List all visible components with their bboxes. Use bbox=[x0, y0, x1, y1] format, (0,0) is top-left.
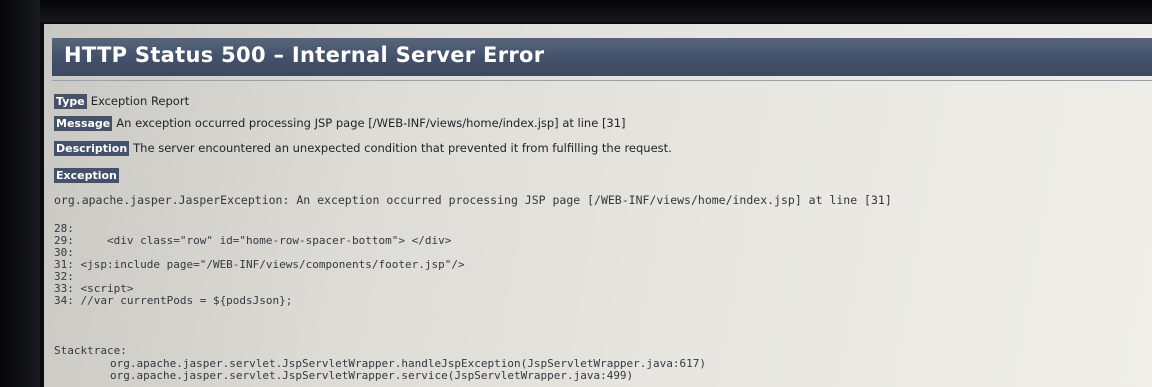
source-line: 34: //var currentPods = ${podsJson}; bbox=[54, 294, 293, 307]
page-title: HTTP Status 500 – Internal Server Error bbox=[64, 43, 545, 67]
exception-row: Exception bbox=[54, 168, 123, 183]
message-value: An exception occurred processing JSP pag… bbox=[116, 116, 626, 130]
message-row: Message An exception occurred processing … bbox=[54, 116, 626, 131]
type-label: Type bbox=[54, 94, 87, 109]
exception-label: Exception bbox=[54, 168, 119, 183]
exception-message: org.apache.jasper.JasperException: An ex… bbox=[54, 193, 892, 207]
description-label: Description bbox=[54, 141, 130, 156]
stacktrace-label: Stacktrace: bbox=[54, 344, 127, 357]
source-line: 29: <div class="row" id="home-row-spacer… bbox=[54, 234, 452, 247]
monitor-bezel-left bbox=[0, 0, 40, 387]
message-label: Message bbox=[54, 116, 113, 131]
error-title-bar: HTTP Status 500 – Internal Server Error bbox=[52, 38, 1152, 76]
monitor-bezel-top bbox=[0, 0, 1152, 22]
title-divider bbox=[52, 80, 1152, 81]
type-value: Exception Report bbox=[90, 94, 190, 108]
stacktrace-frame: org.apache.jasper.servlet.JspServletWrap… bbox=[110, 369, 634, 382]
description-value: The server encountered an unexpected con… bbox=[133, 141, 672, 155]
description-row: Description The server encountered an une… bbox=[54, 141, 672, 156]
source-line: 31: <jsp:include page="/WEB-INF/views/co… bbox=[54, 258, 465, 271]
type-row: Type Exception Report bbox=[54, 94, 189, 109]
browser-viewport: HTTP Status 500 – Internal Server Error … bbox=[44, 24, 1152, 387]
